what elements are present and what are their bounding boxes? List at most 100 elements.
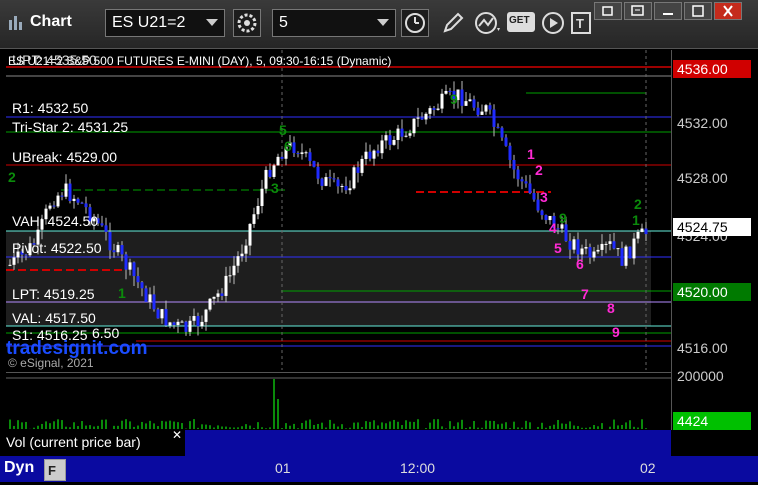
price-tag-last: 4524.75 [673,218,751,236]
text-icon[interactable]: T [570,10,594,36]
minimize-button[interactable] [654,2,682,20]
restore-button[interactable] [594,2,622,20]
candle-body [517,170,520,180]
minimize-icon [655,3,681,19]
pencil-icon[interactable] [440,10,466,36]
candle-body [461,90,464,106]
volume-bar [357,422,359,429]
candle-body [209,299,212,310]
candle-body [253,214,256,224]
volume-bar [293,424,295,429]
volume-bar [145,423,147,429]
tile-button[interactable] [624,2,652,20]
volume-bar [141,422,143,429]
candle-body [385,135,388,140]
volume-bar [237,427,239,429]
volume-bar [257,422,259,429]
ubreak-label: UBreak: 4529.00 [12,149,117,165]
candle-body [597,250,600,252]
td-count: 9 [612,324,620,340]
volume-bar [193,419,195,429]
volume-bar [321,423,323,429]
chevron-down-icon[interactable] [377,19,389,26]
volume-bar [149,421,151,429]
get-button[interactable]: GET [507,12,535,32]
volume-bar [437,419,439,429]
candle-body [245,246,248,254]
chart-app-icon [8,14,26,32]
candle-body [573,239,576,249]
volume-bar [277,399,279,429]
candle-body [373,151,376,159]
interval-input[interactable]: 5 [272,9,396,37]
time-button[interactable] [401,9,429,37]
time-label: 12:00 [400,460,435,476]
price-chart[interactable]: ES U21=2 S&P 500 FUTURES E-MINI (DAY), 5… [6,50,671,370]
td-count: 1 [527,146,535,162]
td-count: 3 [540,189,548,205]
mode-toggle-button[interactable]: F [44,459,66,481]
symbol-value: ES U21=2 [112,14,185,31]
restore-icon [595,3,621,19]
candle-body [425,114,428,120]
volume-bar [565,424,567,429]
volume-bar [129,421,131,429]
volume-bar [393,420,395,429]
candle-body [269,170,272,177]
candle-body [49,206,52,209]
volume-bar [25,422,27,429]
price-axis[interactable]: 4536.00 4532.00 4528.00 4524.00 4524.75 … [671,50,752,430]
volume-tag: 4424 [673,412,751,430]
volume-bar [485,421,487,429]
volume-bar [133,427,135,429]
volume-bar [409,422,411,429]
volume-tag-text: 4424 [677,413,708,429]
symbol-input[interactable]: ES U21=2 [105,9,225,37]
volume-bar [573,425,575,429]
candle-body [261,189,264,206]
candle-body [193,316,196,321]
candle-body [413,119,416,134]
square-icon [685,3,711,19]
candle-body [341,186,344,187]
candles-svg[interactable] [6,50,671,370]
volume-bar [157,426,159,429]
volume-bar [261,427,263,429]
chevron-down-icon[interactable] [206,19,218,26]
play-icon[interactable] [540,10,566,36]
candle-body [321,179,324,186]
candle-body [213,297,216,299]
volume-bar [121,421,123,429]
volume-bar [165,421,167,429]
indicator-icon[interactable] [473,10,503,36]
volume-bar [281,428,283,429]
volume-bar [201,424,203,429]
svg-text:T: T [576,16,584,31]
candle-body [273,165,276,177]
candle-body [277,157,280,166]
settings-button[interactable] [233,9,261,37]
candle-body [405,136,408,137]
volume-bar [477,428,479,429]
pivot-label: Pivot: 4522.50 [12,240,102,256]
candle-body [173,322,176,325]
upt-label: UPT: 4535.50 [12,52,97,68]
volume-bar [309,419,311,429]
candle-body [137,276,140,282]
volume-bar [169,421,171,429]
candle-body [169,322,172,325]
close-icon[interactable]: ✕ [172,428,182,442]
close-button[interactable] [714,2,742,20]
candle-body [489,105,492,109]
candle-body [437,109,440,110]
maximize-button[interactable] [684,2,712,20]
candle-body [265,170,268,189]
volume-bar [425,428,427,429]
candle-body [401,129,404,137]
time-axis-bar[interactable]: Dyn F 01 12:00 02 [0,456,758,482]
volume-bar [537,427,539,429]
volume-bar [333,424,335,429]
volume-bar [341,424,343,429]
volume-pane[interactable] [6,372,671,431]
candle-body [493,110,496,127]
